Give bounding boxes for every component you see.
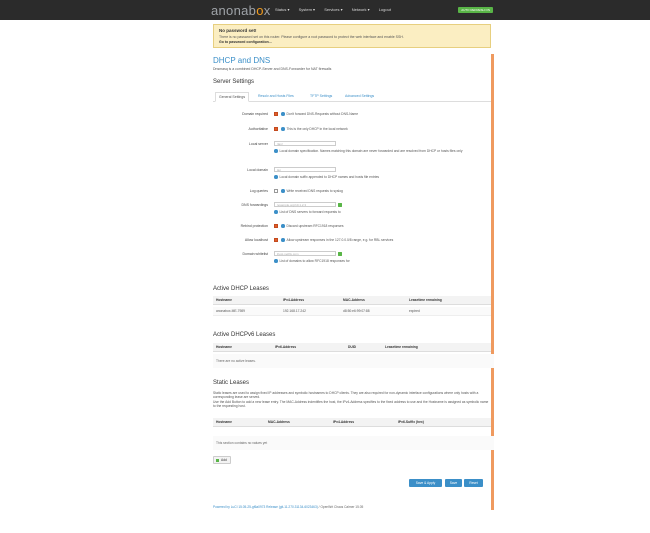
- local-server-label: Local server: [248, 142, 268, 146]
- local-server-input[interactable]: /lan/: [274, 141, 336, 146]
- dns-forwardings-label: DNS forwardings: [241, 203, 268, 207]
- dns-forwardings-input[interactable]: /example.org/10.1.2.3: [274, 202, 336, 207]
- tab-general-settings[interactable]: General Settings: [215, 92, 250, 102]
- autorefresh-badge[interactable]: AUTO REFRESH ON: [458, 7, 493, 13]
- add-entry-icon[interactable]: [338, 202, 342, 207]
- page-title: DHCP and DNS: [213, 56, 271, 65]
- local-domain-help: Local domain suffix appended to DHCP nam…: [274, 175, 490, 180]
- col-ipv6-suffix: IPv6-Suffix (hex): [398, 420, 424, 424]
- top-navbar: anonabox Status ▾ System ▾ Services ▾ Ne…: [0, 0, 650, 20]
- save-button[interactable]: Save: [445, 479, 462, 487]
- reset-button[interactable]: Reset: [464, 479, 483, 487]
- password-config-link[interactable]: Go to password configuration...: [219, 40, 485, 44]
- domain-whitelist-input[interactable]: ihost.netflix.com: [274, 251, 336, 256]
- help-icon: [274, 259, 278, 263]
- col-ipv4: IPv4-Address: [283, 298, 305, 302]
- save-apply-button[interactable]: Save & Apply: [409, 479, 442, 487]
- local-domain-label: Local domain: [247, 168, 268, 172]
- dhcpv6-leases-heading: Active DHCPv6 Leases: [213, 332, 276, 338]
- allow-localhost-label: Allow localhost: [244, 238, 268, 242]
- settings-tabs: General Settings Resolv and Hosts Files …: [213, 92, 491, 102]
- lease-hostname: anonabox-ME-7989: [216, 309, 245, 313]
- help-icon: [274, 149, 278, 153]
- help-icon: [274, 175, 278, 179]
- server-settings-heading: Server Settings: [213, 79, 255, 85]
- static-leases-empty-message: This section contains no values yet: [213, 436, 494, 450]
- password-alert: No password set! There is no password se…: [213, 24, 491, 48]
- tab-tftp-settings[interactable]: TFTP Settings: [308, 93, 334, 99]
- allow-localhost-help: Allow upstream responses in the 127.0.0.…: [281, 238, 497, 243]
- lease-remaining: expired: [409, 309, 420, 313]
- allow-localhost-checkbox[interactable]: [274, 238, 278, 242]
- static-leases-instructions: Use the Add Button to add a new lease en…: [213, 400, 489, 409]
- help-icon: [281, 127, 285, 131]
- col-mac: MAC-Address: [268, 420, 290, 424]
- tab-advanced-settings[interactable]: Advanced Settings: [343, 93, 376, 99]
- help-icon: [281, 112, 285, 116]
- log-queries-checkbox[interactable]: [274, 189, 278, 193]
- domain-required-label: Domain required: [242, 112, 268, 116]
- page-description: Dnsmasq is a combined DHCP-Server and DN…: [213, 67, 332, 71]
- domain-required-help: Don't forward DNS-Requests without DNS-N…: [281, 112, 497, 117]
- log-queries-label: Log queries: [249, 189, 268, 193]
- menu-system[interactable]: System ▾: [299, 7, 315, 12]
- dhcp-leases-heading: Active DHCP Leases: [213, 286, 269, 292]
- col-mac: MAC-Address: [343, 298, 365, 302]
- dhcpv6-empty-message: There are no active leases.: [213, 354, 494, 368]
- col-leasetime: Leasetime remaining: [409, 298, 442, 302]
- tab-resolv-hosts[interactable]: Resolv and Hosts Files: [256, 93, 296, 99]
- rebind-protection-help: Discard upstream RFC1918 responses: [281, 224, 497, 229]
- rebind-protection-checkbox[interactable]: [274, 224, 278, 228]
- luci-version-link[interactable]: Powered by LuCI 15.05-25-gf6a0973 Releas…: [213, 505, 318, 509]
- menu-logout[interactable]: Logout: [379, 7, 391, 12]
- static-leases-header: Hostname MAC-Address IPv4-Address IPv6-S…: [213, 418, 491, 427]
- local-domain-input[interactable]: lan: [274, 167, 336, 172]
- local-server-help: Local domain specification. Names matchi…: [274, 149, 490, 154]
- dhcp-leases-header: Hostname IPv4-Address MAC-Address Leaset…: [213, 296, 491, 305]
- col-ipv6: IPv6-Address: [275, 345, 297, 349]
- col-hostname: Hostname: [216, 345, 232, 349]
- rebind-protection-label: Rebind protection: [240, 224, 268, 228]
- col-leasetime: Leasetime remaining: [385, 345, 418, 349]
- authoritative-checkbox[interactable]: [274, 127, 278, 131]
- alert-title: No password set!: [219, 28, 257, 33]
- dns-forwardings-help: List of DNS servers to forward requests …: [274, 210, 490, 215]
- col-hostname: Hostname: [216, 420, 232, 424]
- static-leases-description: Static leases are used to assign fixed I…: [213, 391, 479, 400]
- domain-whitelist-help: List of domains to allow RFC1918 respons…: [274, 259, 490, 264]
- col-hostname: Hostname: [216, 298, 232, 302]
- authoritative-label: Authoritative: [248, 127, 268, 131]
- log-queries-help: Write received DNS requests to syslog: [281, 189, 497, 194]
- add-button[interactable]: Add: [213, 456, 231, 464]
- table-row: anonabox-ME-7989 192.168.17.242 d8:50:e6…: [213, 307, 491, 316]
- authoritative-help: This is the only DHCP in the local netwo…: [281, 127, 497, 132]
- help-icon: [274, 210, 278, 214]
- help-icon: [281, 189, 285, 193]
- help-icon: [281, 224, 285, 228]
- openwrt-version: / OpenWrt Chaos Calmer 15.05: [317, 505, 364, 509]
- dhcpv6-leases-header: Hostname IPv6-Address DUID Leasetime rem…: [213, 343, 491, 352]
- help-icon: [281, 238, 285, 242]
- lease-mac: d8:50:e6:99:07:88: [343, 309, 370, 313]
- main-content: DHCP and DNS Dnsmasq is a combined DHCP-…: [213, 54, 494, 487]
- main-menu: Status ▾ System ▾ Services ▾ Network ▾ L…: [275, 7, 399, 12]
- add-entry-icon[interactable]: [338, 251, 342, 256]
- menu-network[interactable]: Network ▾: [352, 7, 370, 12]
- anonabox-logo[interactable]: anonabox: [211, 3, 271, 18]
- menu-status[interactable]: Status ▾: [275, 7, 289, 12]
- menu-services[interactable]: Services ▾: [324, 7, 342, 12]
- static-leases-heading: Static Leases: [213, 380, 250, 386]
- col-duid: DUID: [348, 345, 357, 349]
- alert-message: There is no password set on this router.…: [219, 35, 404, 39]
- domain-whitelist-label: Domain whitelist: [242, 252, 268, 256]
- lease-ipv4: 192.168.17.242: [283, 309, 306, 313]
- domain-required-checkbox[interactable]: [274, 112, 278, 116]
- col-ipv4: IPv4-Address: [333, 420, 355, 424]
- page-footer: Powered by LuCI 15.05-25-gf6a0973 Releas…: [213, 505, 363, 509]
